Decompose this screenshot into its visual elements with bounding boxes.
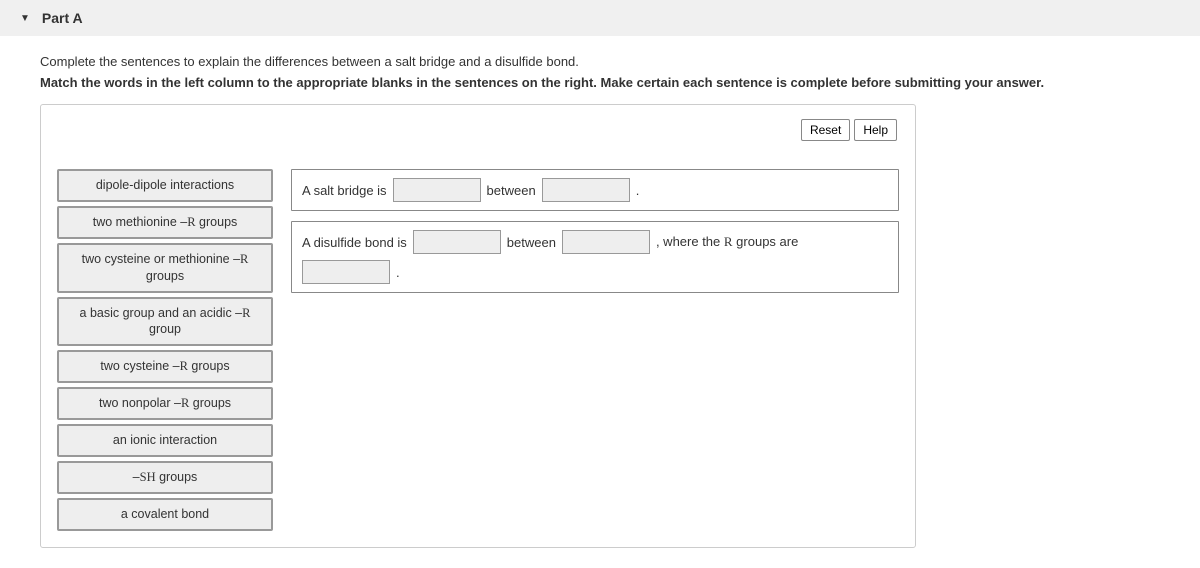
draggable-item[interactable]: a basic group and an acidic –R group [57, 297, 273, 347]
drop-slot[interactable] [302, 260, 390, 284]
draggable-label: two cysteine or methionine –R groups [82, 252, 249, 283]
draggable-item[interactable]: a covalent bond [57, 498, 273, 531]
matching-workspace: Reset Help dipole-dipole interactions tw… [40, 104, 916, 548]
sentence-row-1: A salt bridge is between . [291, 169, 899, 211]
part-header[interactable]: ▼ Part A [0, 0, 1200, 36]
sentence-text: between [507, 235, 556, 250]
draggable-label: two cysteine –R groups [100, 359, 229, 373]
sentence-text: . [396, 265, 400, 280]
sentence-text: . [636, 183, 640, 198]
top-buttons: Reset Help [801, 119, 897, 141]
word-bank: dipole-dipole interactions two methionin… [57, 169, 273, 531]
draggable-label: dipole-dipole interactions [96, 178, 234, 192]
draggable-item[interactable]: an ionic interaction [57, 424, 273, 457]
draggable-label: two nonpolar –R groups [99, 396, 231, 410]
main-area: dipole-dipole interactions two methionin… [57, 169, 899, 531]
draggable-item[interactable]: two cysteine –R groups [57, 350, 273, 383]
drop-slot[interactable] [393, 178, 481, 202]
draggable-label: an ionic interaction [113, 433, 217, 447]
drop-slot[interactable] [562, 230, 650, 254]
draggable-label: a basic group and an acidic –R group [80, 306, 251, 337]
drop-slot[interactable] [413, 230, 501, 254]
sentence-targets: A salt bridge is between . A disulfide b… [291, 169, 899, 531]
reset-button[interactable]: Reset [801, 119, 850, 141]
draggable-item[interactable]: two cysteine or methionine –R groups [57, 243, 273, 293]
sentence-text: A disulfide bond is [302, 235, 407, 250]
draggable-item[interactable]: –SH groups [57, 461, 273, 494]
drop-slot[interactable] [542, 178, 630, 202]
sentence-text: between [487, 183, 536, 198]
help-button[interactable]: Help [854, 119, 897, 141]
caret-down-icon: ▼ [20, 13, 30, 24]
draggable-label: a covalent bond [121, 507, 209, 521]
content-area: Complete the sentences to explain the di… [0, 36, 1200, 568]
instruction-line-1: Complete the sentences to explain the di… [40, 54, 1160, 69]
instruction-line-2: Match the words in the left column to th… [40, 75, 1160, 90]
draggable-item[interactable]: dipole-dipole interactions [57, 169, 273, 202]
sentence-text: A salt bridge is [302, 183, 387, 198]
draggable-item[interactable]: two nonpolar –R groups [57, 387, 273, 420]
part-title: Part A [42, 10, 83, 26]
draggable-label: –SH groups [133, 470, 198, 484]
draggable-item[interactable]: two methionine –R groups [57, 206, 273, 239]
sentence-text: , where the R groups are [656, 234, 798, 250]
sentence-row-2: A disulfide bond is between , where the … [291, 221, 899, 293]
draggable-label: two methionine –R groups [93, 215, 238, 229]
